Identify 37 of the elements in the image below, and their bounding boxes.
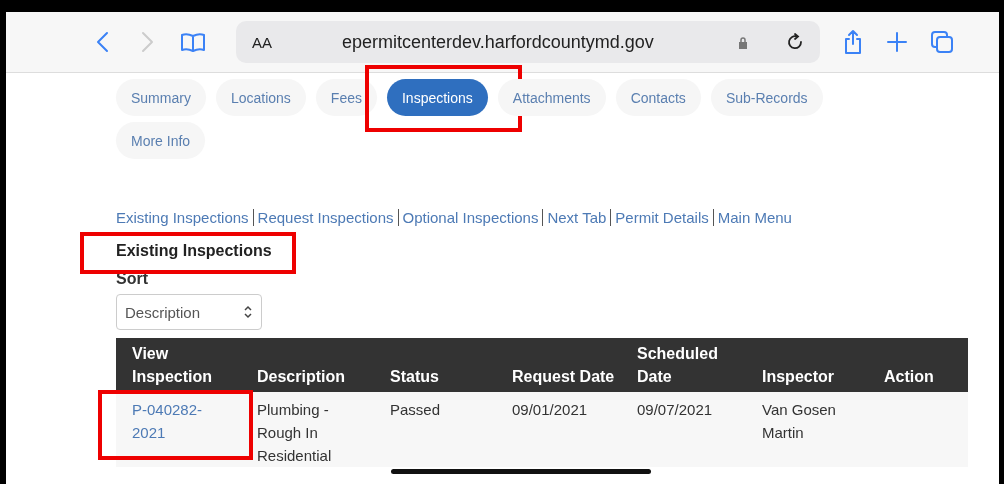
nav-link[interactable]: Permit Details [610,209,709,226]
tab[interactable]: Inspections [386,79,488,116]
book-icon[interactable] [180,30,206,54]
tab[interactable]: Sub-Records [710,79,823,116]
table-cell: Passed [390,401,441,418]
share-icon[interactable] [842,28,864,56]
tab[interactable]: Fees [315,79,377,116]
tab[interactable]: Attachments [497,79,606,116]
lock-icon [738,35,748,49]
column-header: Status [374,338,496,392]
column-header: Action [868,338,968,392]
nav-link[interactable]: Next Tab [542,209,607,226]
sort-select[interactable]: Description [116,294,262,330]
section-heading: Existing Inspections [116,242,272,260]
nav-link[interactable]: Main Menu [712,209,792,226]
table-cell: 09/07/2021 [637,401,713,418]
tab[interactable]: Locations [215,79,306,116]
column-header: View Inspection [116,338,241,392]
address-bar[interactable]: AA epermitcenterdev.harfordcountymd.gov [236,21,820,63]
column-header: Inspector [746,338,868,392]
column-header: Scheduled Date [621,338,746,392]
table-cell: Plumbing - Rough In Residential [257,401,332,464]
tab[interactable]: Summary [116,79,206,116]
tabs-icon[interactable] [930,30,954,54]
tab[interactable]: More Info [116,122,206,159]
tab[interactable]: Contacts [615,79,701,116]
table-cell: Van Gosen Martin [762,401,836,441]
text-size-button[interactable]: AA [252,33,342,51]
url-text: epermitcenterdev.harfordcountymd.gov [342,31,655,53]
column-header: Description [241,338,374,392]
chevron-updown-icon [243,305,253,319]
table-cell: 09/01/2021 [512,401,588,418]
column-header: Request Date [496,338,621,392]
nav-link[interactable]: Optional Inspections [397,209,539,226]
plus-icon[interactable] [886,30,908,54]
nav-link[interactable]: Existing Inspections [116,209,249,226]
nav-link[interactable]: Request Inspections [252,209,394,226]
